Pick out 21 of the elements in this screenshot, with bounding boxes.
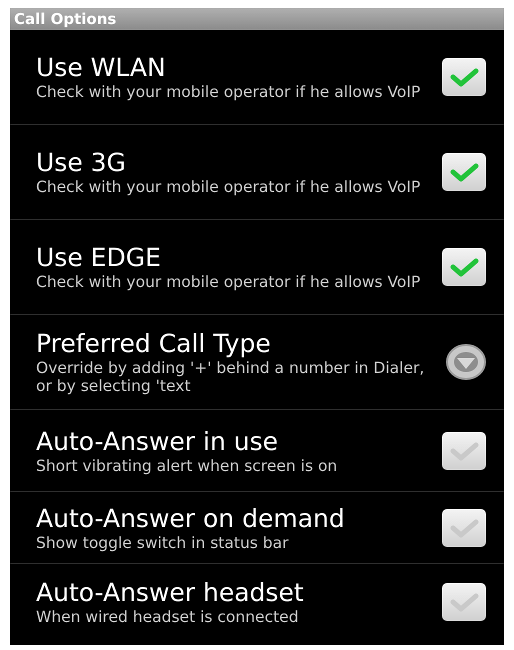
setting-summary: Check with your mobile operator if he allows VoIP [36, 178, 422, 196]
setting-summary: Check with your mobile operator if he allows VoIP [36, 83, 422, 101]
setting-summary: Short vibrating alert when screen is on [36, 456, 338, 474]
setting-summary: Check with your mobile operator if he allows VoIP [36, 273, 422, 291]
checkbox[interactable] [442, 583, 486, 621]
setting-title: Preferred Call Type [36, 329, 272, 359]
screen-title: Call Options [14, 10, 116, 28]
setting-summary: Show toggle switch in status bar [36, 534, 290, 552]
checkbox[interactable] [442, 153, 486, 191]
checkbox[interactable] [442, 508, 486, 546]
setting-title: Auto-Answer on demand [36, 504, 346, 534]
setting-title: Auto-Answer in use [36, 426, 279, 456]
checkbox[interactable] [442, 432, 486, 470]
setting-summary: Override by adding '+' behind a number in Dialer, or by selecting 'text [36, 359, 426, 395]
setting-title: Use EDGE [36, 243, 162, 273]
checkbox[interactable] [442, 248, 486, 286]
setting-summary: When wired headset is connected [36, 608, 300, 626]
checkbox[interactable] [442, 58, 486, 96]
setting-title: Use WLAN [36, 53, 167, 83]
setting-title: Use 3G [36, 148, 127, 178]
setting-title: Auto-Answer headset [36, 578, 305, 608]
